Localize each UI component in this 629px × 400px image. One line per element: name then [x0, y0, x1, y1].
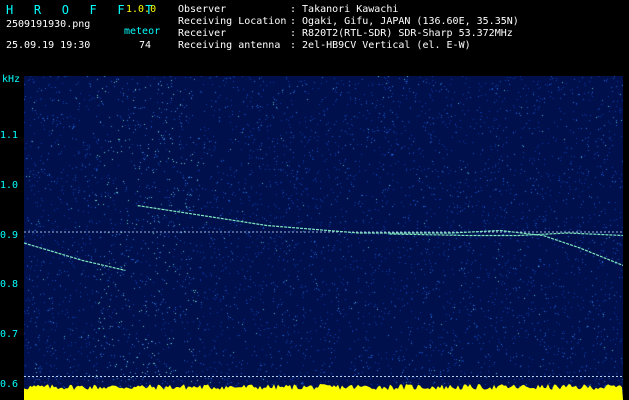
location-value: : Ogaki, Gifu, JAPAN (136.60E, 35.35N) — [290, 16, 519, 27]
y-tick-label: 0.8 — [0, 279, 18, 291]
y-tick-label: 0.6 — [0, 379, 18, 391]
app-version: 1.0.0 — [126, 4, 157, 15]
y-tick-label: 0.7 — [0, 329, 18, 341]
meteor-count: 74 — [139, 40, 152, 51]
antenna-value: : 2el-HB9CV Vertical (el. E-W) — [290, 40, 471, 51]
receiver-label: Receiver — [178, 28, 227, 39]
meteor-trace — [137, 205, 623, 266]
observer-value: : Takanori Kawachi — [290, 4, 399, 15]
y-tick-label: 0.9 — [0, 229, 18, 241]
receiver-value: : R820T2(RTL-SDR) SDR-Sharp 53.372MHz — [290, 28, 513, 39]
y-tick-label: 1.0 — [0, 179, 18, 191]
meteor-trace — [24, 242, 126, 271]
y-tick-label: 1.1 — [0, 129, 18, 141]
location-label: Receiving Location — [178, 16, 287, 27]
filename: 2509191930.png — [6, 19, 91, 30]
datetime: 25.09.19 19:30 — [6, 40, 91, 51]
spectrogram-overlay — [24, 205, 623, 400]
observer-label: Observer — [178, 4, 227, 15]
spectrogram-plot — [24, 76, 623, 400]
antenna-label: Receiving antenna — [178, 40, 281, 51]
meteor-label: meteor — [124, 26, 161, 37]
noise-level-bar — [24, 384, 623, 400]
y-axis-label: kHz — [2, 74, 21, 85]
